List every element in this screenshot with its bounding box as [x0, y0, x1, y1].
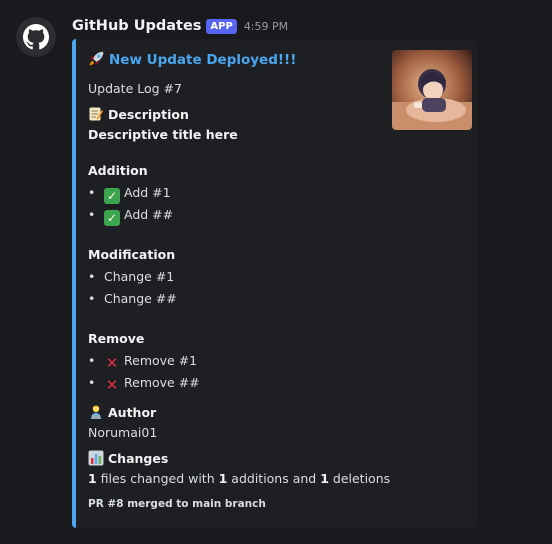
timestamp: 4:59 PM [243, 19, 289, 33]
check-mark-icon: ✓ [104, 187, 120, 205]
update-log-label: Update Log #7 [88, 81, 182, 96]
avatar[interactable] [16, 17, 56, 57]
description-heading: Description [108, 107, 189, 122]
memo-icon [88, 106, 104, 127]
embed-thumbnail[interactable] [392, 50, 472, 130]
embed-title[interactable]: New Update Deployed!!! [109, 52, 296, 68]
list-item: • ✓ Add #1 [88, 185, 171, 205]
embed-card: New Update Deployed!!! Update Log #7 Des… [72, 39, 477, 528]
embed-title-row[interactable]: New Update Deployed!!! [88, 50, 296, 72]
description-text: Descriptive title here [88, 127, 238, 142]
changes-heading-row: Changes [88, 450, 168, 471]
bar-chart-icon [88, 450, 104, 471]
message-header: GitHub Updates APP 4:59 PM [72, 16, 288, 36]
author-heading-row: Author [88, 404, 156, 425]
list-item: • Change ## [88, 291, 177, 306]
list-item: • ✓ Add ## [88, 207, 174, 227]
remove-heading: Remove [88, 331, 145, 346]
app-badge: APP [206, 18, 237, 34]
cross-mark-icon: ✕ [105, 376, 119, 394]
author-heading: Author [108, 405, 157, 420]
rocket-icon [88, 50, 105, 72]
description-heading-row: Description [88, 106, 189, 127]
author-name: Norumai01 [88, 425, 158, 440]
changes-heading: Changes [108, 451, 169, 466]
technologist-icon [88, 404, 104, 425]
anime-character-thumbnail-icon [392, 50, 472, 130]
changes-summary: 1 files changed with 1 additions and 1 d… [88, 471, 391, 486]
embed-footer: PR #8 merged to main branch [88, 498, 266, 510]
list-item: • ✕ Remove ## [88, 375, 200, 394]
cross-mark-icon: ✕ [105, 354, 119, 372]
modification-heading: Modification [88, 247, 176, 262]
chat-message: GitHub Updates APP 4:59 PM New Update De… [0, 0, 552, 544]
list-item: • ✕ Remove #1 [88, 353, 198, 372]
github-logo-icon [23, 24, 49, 50]
username[interactable]: GitHub Updates [72, 18, 201, 34]
check-mark-icon: ✓ [104, 209, 120, 227]
list-item: • Change #1 [88, 269, 175, 284]
addition-heading: Addition [88, 163, 148, 178]
